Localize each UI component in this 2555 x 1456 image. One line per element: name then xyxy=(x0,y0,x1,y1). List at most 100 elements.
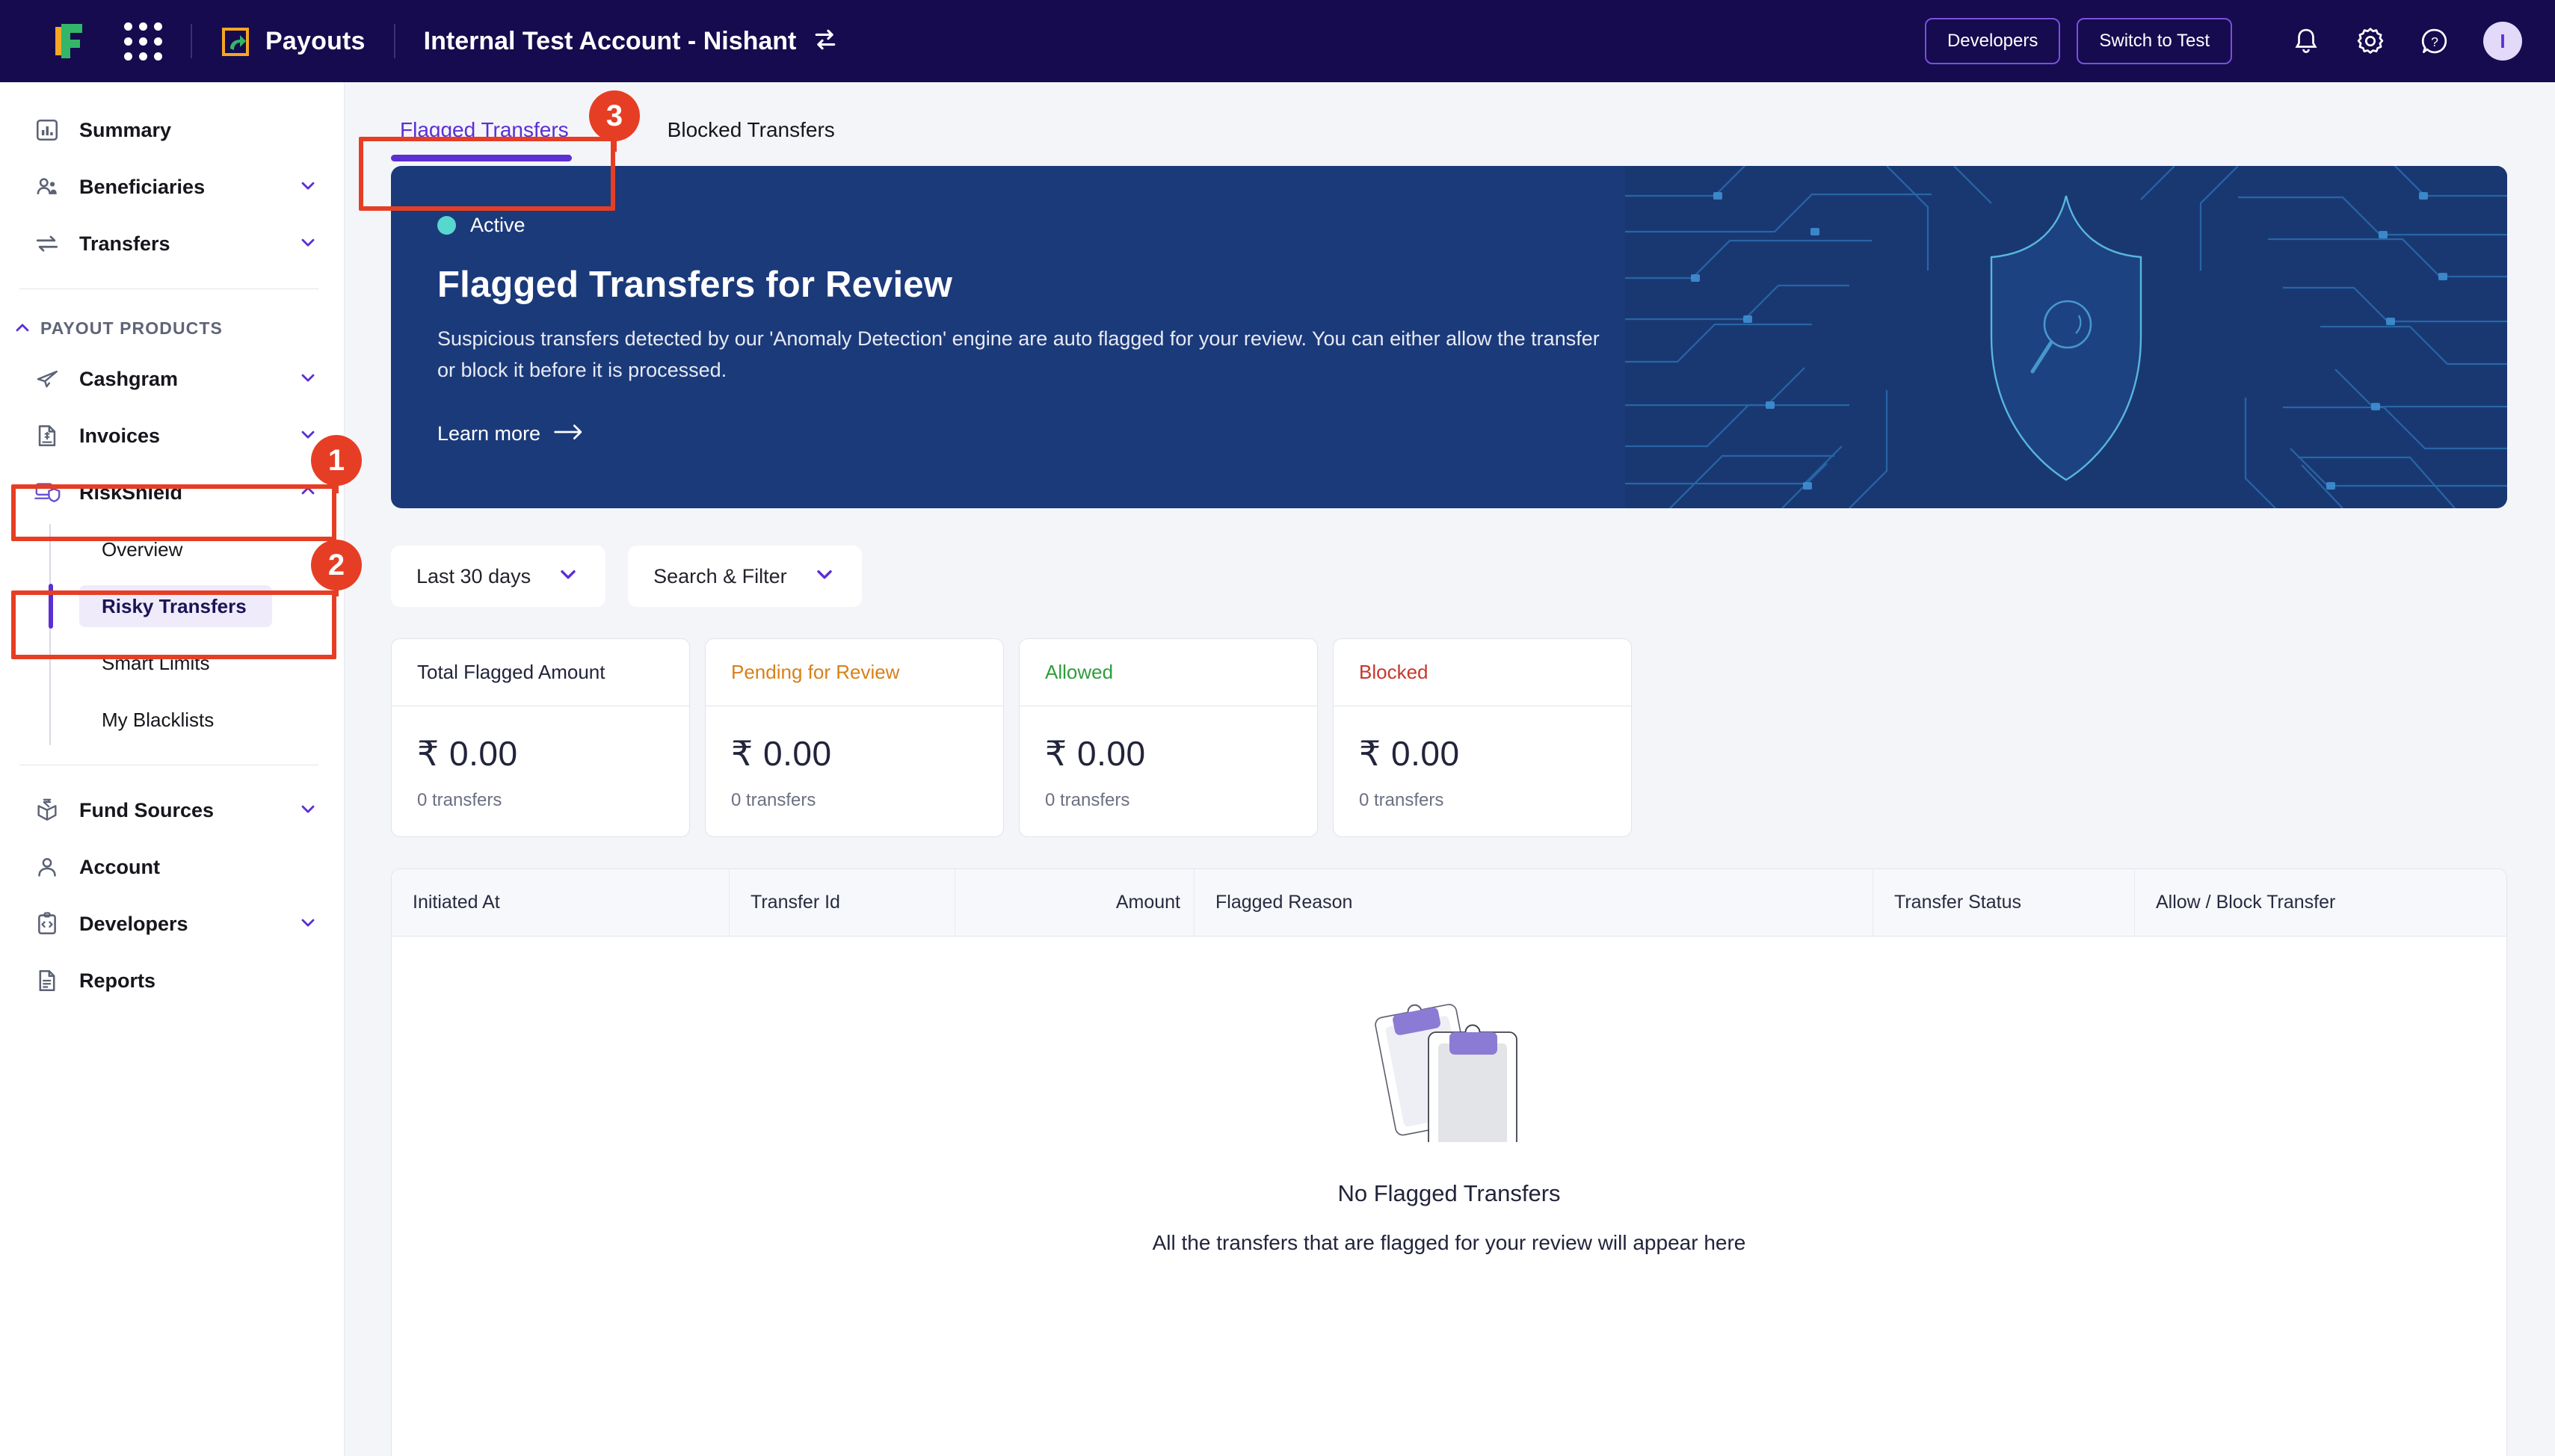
developers-code-icon xyxy=(34,911,66,937)
account-person-icon xyxy=(34,854,66,880)
help-icon[interactable]: ? xyxy=(2419,25,2450,57)
cashfree-logo-icon[interactable] xyxy=(33,19,105,63)
tab-label: Blocked Transfers xyxy=(667,118,835,141)
sidebar-subnav-riskshield: Overview Risky Transfers Smart Limits My… xyxy=(49,521,344,748)
column-label: Initiated At xyxy=(413,892,500,913)
search-filter-button[interactable]: Search & Filter xyxy=(628,546,862,607)
gear-icon[interactable] xyxy=(2355,25,2386,57)
sidebar-item-smart-limits[interactable]: Smart Limits xyxy=(49,635,344,691)
chevron-down-icon[interactable] xyxy=(298,367,318,392)
sidebar-item-account[interactable]: Account xyxy=(0,839,344,895)
sidebar-item-label: Cashgram xyxy=(79,367,179,390)
sidebar-item-overview[interactable]: Overview xyxy=(49,521,344,578)
stat-amount: ₹ 0.00 xyxy=(1045,734,1146,773)
empty-state-title: No Flagged Transfers xyxy=(1337,1180,1561,1206)
table-header-transfer-status[interactable]: Transfer Status xyxy=(1873,869,2135,936)
sidebar-item-fund-sources[interactable]: Fund Sources xyxy=(0,782,344,839)
arrow-right-icon xyxy=(554,422,584,445)
sidebar-item-my-blacklists[interactable]: My Blacklists xyxy=(49,691,344,748)
sidebar-item-cashgram[interactable]: Cashgram xyxy=(0,351,344,407)
stat-title: Blocked xyxy=(1359,661,1428,683)
sidebar-subitem-label: Overview xyxy=(102,537,183,561)
developers-button[interactable]: Developers xyxy=(1924,18,2061,64)
sidebar-item-beneficiaries[interactable]: Beneficiaries xyxy=(0,158,344,215)
tab-flagged-transfers[interactable]: Flagged Transfers xyxy=(391,118,578,161)
table-header-row: Initiated At Transfer Id Amount Flagged … xyxy=(392,869,2506,937)
sidebar-item-transfers[interactable]: Transfers xyxy=(0,215,344,272)
stat-subtext: 0 transfers xyxy=(417,790,502,810)
annotation-badge-3: 3 xyxy=(589,90,640,141)
stat-card-header: Total Flagged Amount xyxy=(392,639,689,706)
table-header-amount[interactable]: Amount xyxy=(955,869,1195,936)
column-label: Amount xyxy=(1115,892,1180,913)
product-label: Payouts xyxy=(265,26,366,55)
annotation-badge-2: 2 xyxy=(311,540,362,590)
tab-blocked-transfers[interactable]: Blocked Transfers xyxy=(659,118,844,161)
header-icon-group: ? I xyxy=(2290,22,2522,61)
account-switcher[interactable]: Internal Test Account - Nishant xyxy=(424,27,839,56)
table-header-transfer-id[interactable]: Transfer Id xyxy=(730,869,955,936)
chevron-down-icon[interactable] xyxy=(298,798,318,823)
flagged-transfers-banner: Active Flagged Transfers for Review Susp… xyxy=(391,166,2507,508)
switch-account-icon[interactable] xyxy=(813,27,838,56)
chevron-down-icon[interactable] xyxy=(298,912,318,937)
chevron-down-icon[interactable] xyxy=(298,232,318,256)
stat-card-total-flagged: Total Flagged Amount ₹ 0.00 0 transfers xyxy=(391,638,690,837)
date-range-filter[interactable]: Last 30 days xyxy=(391,546,606,607)
column-label: Flagged Reason xyxy=(1215,892,1353,913)
sidebar-item-risky-transfers[interactable]: Risky Transfers xyxy=(49,578,344,635)
chevron-down-icon[interactable] xyxy=(298,175,318,200)
account-name: Internal Test Account - Nishant xyxy=(423,26,797,55)
chevron-up-icon[interactable] xyxy=(6,318,39,339)
top-header-bar: Payouts Internal Test Account - Nishant … xyxy=(0,0,2555,82)
switch-to-test-button[interactable]: Switch to Test xyxy=(2077,18,2232,64)
filter-toolbar: Last 30 days Search & Filter xyxy=(345,546,2555,607)
stat-amount: ₹ 0.00 xyxy=(731,734,832,773)
reports-doc-icon xyxy=(34,968,66,993)
empty-state-subtitle: All the transfers that are flagged for y… xyxy=(1152,1231,1746,1254)
sidebar-item-summary[interactable]: Summary xyxy=(0,102,344,158)
stat-card-allowed: Allowed ₹ 0.00 0 transfers xyxy=(1019,638,1318,837)
bell-icon[interactable] xyxy=(2290,25,2322,57)
sidebar-item-reports[interactable]: Reports xyxy=(0,952,344,1009)
summary-chart-icon xyxy=(34,117,66,143)
sidebar-item-label: RiskShield xyxy=(79,481,183,504)
app-root: Payouts Internal Test Account - Nishant … xyxy=(0,0,2555,1456)
avatar[interactable]: I xyxy=(2483,22,2522,61)
apps-grid-icon[interactable] xyxy=(124,22,162,61)
sidebar-item-invoices[interactable]: Invoices xyxy=(0,407,344,464)
chevron-down-icon[interactable] xyxy=(298,424,318,448)
table-header-allow-block[interactable]: Allow / Block Transfer xyxy=(2135,869,2506,936)
sidebar-item-developers[interactable]: Developers xyxy=(0,895,344,952)
table-header-initiated-at[interactable]: Initiated At xyxy=(392,869,730,936)
invoices-doc-icon xyxy=(34,423,66,448)
column-label: Transfer Id xyxy=(751,892,840,913)
search-filter-label: Search & Filter xyxy=(653,564,787,587)
stat-subtext: 0 transfers xyxy=(1045,790,1130,810)
transfers-arrows-icon xyxy=(34,231,66,256)
payouts-icon xyxy=(221,25,250,58)
stat-card-body: ₹ 0.00 0 transfers xyxy=(1020,706,1317,836)
learn-more-link[interactable]: Learn more xyxy=(437,422,584,445)
stat-card-header: Allowed xyxy=(1020,639,1317,706)
sidebar-section-label: PAYOUT PRODUCTS xyxy=(40,318,223,338)
annotation-number: 1 xyxy=(327,443,345,477)
stat-card-body: ₹ 0.00 0 transfers xyxy=(1334,706,1631,836)
annotation-number: 2 xyxy=(327,548,345,582)
sidebar-section-payout-products[interactable]: PAYOUT PRODUCTS xyxy=(0,306,344,351)
column-label: Transfer Status xyxy=(1894,892,2021,913)
tab-label: Flagged Transfers xyxy=(400,118,569,141)
header-divider-2 xyxy=(393,24,395,58)
product-switcher[interactable]: Payouts xyxy=(221,25,366,58)
table-header-flagged-reason[interactable]: Flagged Reason xyxy=(1195,869,1873,936)
annotation-number: 3 xyxy=(605,99,623,132)
fund-sources-icon xyxy=(34,798,66,823)
date-range-label: Last 30 days xyxy=(416,564,531,587)
stat-title: Pending for Review xyxy=(731,661,900,683)
riskshield-icon xyxy=(34,480,66,505)
stat-title: Total Flagged Amount xyxy=(417,661,605,683)
learn-more-label: Learn more xyxy=(437,422,541,445)
sidebar-item-riskshield[interactable]: RiskShield xyxy=(0,464,344,521)
chevron-up-icon[interactable] xyxy=(298,481,318,505)
stat-card-blocked: Blocked ₹ 0.00 0 transfers xyxy=(1333,638,1632,837)
